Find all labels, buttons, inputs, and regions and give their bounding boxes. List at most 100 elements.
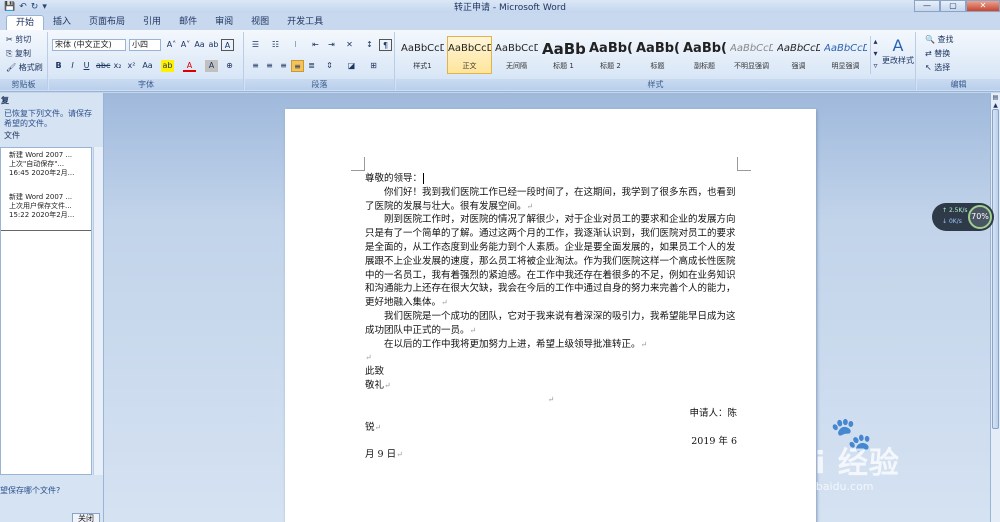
paragraph: 刚到医院工作时，对医院的情况了解很少，对于企业对员工的要求和企业的发展方向只是有… [365, 214, 736, 309]
recovery-title: 复 [1, 96, 9, 105]
minimize-button[interactable]: — [914, 0, 940, 12]
file-time: 16:45 2020年2月... [9, 169, 75, 177]
align-right-icon[interactable]: ≡ [277, 60, 290, 72]
char-shading-icon[interactable]: A [205, 60, 218, 72]
italic-button[interactable]: I [66, 60, 79, 72]
align-left-icon[interactable]: ≡ [249, 60, 262, 72]
redo-icon[interactable]: ↻ [31, 1, 39, 13]
style-name: 标题 [650, 62, 665, 70]
shrink-font-icon[interactable]: A˅ [179, 39, 192, 51]
save-icon[interactable]: 💾 [4, 1, 15, 13]
borders-icon[interactable]: ⊞ [367, 60, 380, 72]
tab-view[interactable]: 视图 [242, 15, 278, 30]
styles-scroll-icon[interactable]: ▴ ▾ ▿ [870, 36, 880, 74]
editing-group: 🔍 查找 ⇄ 替换 ↖ 选择 编辑 [917, 32, 1000, 90]
subscript-button[interactable]: x₂ [111, 60, 124, 72]
char-border-icon[interactable]: A [221, 39, 234, 51]
change-styles-icon: A [892, 36, 904, 55]
style-sample: AaBbCcD [448, 43, 491, 54]
tab-mailings[interactable]: 邮件 [170, 15, 206, 30]
superscript-button[interactable]: x² [125, 60, 138, 72]
customize-qat-icon[interactable]: ▾ [42, 1, 47, 13]
style-name: 明显强调 [831, 62, 860, 70]
line-spacing-icon[interactable]: ⇕ [323, 60, 336, 72]
justify-icon[interactable]: ≡ [291, 60, 304, 72]
multilevel-list-icon[interactable]: ⁝ [289, 39, 302, 51]
shading-icon[interactable]: ◪ [345, 60, 358, 72]
recovery-scrollbar[interactable] [93, 147, 103, 475]
maximize-button[interactable]: ▢ [940, 0, 966, 12]
style-name: 不明显强调 [734, 62, 769, 70]
close-button[interactable]: ✕ [966, 0, 1000, 12]
style-item-normal[interactable]: AaBbCcD 正文 [447, 36, 492, 74]
document-body[interactable]: 尊敬的领导： 你们好！我到我们医院工作已经一段时间了，在这期间，我学到了很多东西… [365, 172, 737, 462]
style-sample: AaBbCcD [401, 43, 444, 54]
ribbon: ✂ 剪切 ⎘ 复制 🖌 格式刷 剪贴板 宋体 (中文正文) 小四 A˄ A˅ A… [0, 30, 1000, 92]
clipboard-label: 剪贴板 [0, 79, 47, 90]
style-sample: AaBb( [589, 41, 632, 56]
enclose-char-icon[interactable]: ⊕ [223, 60, 236, 72]
style-item-subtle-emphasis[interactable]: AaBbCcD 不明显强调 [729, 36, 774, 74]
highlight-icon[interactable]: ab [161, 60, 174, 72]
list-item[interactable]: 新建 Word 2007 ... 上次用户保存文件... 15:22 2020年… [1, 190, 91, 224]
grow-font-icon[interactable]: A˄ [165, 39, 178, 51]
numbering-icon[interactable]: ☷ [269, 39, 282, 51]
style-item-emphasis[interactable]: AaBbCcD 强调 [776, 36, 821, 74]
select-button[interactable]: ↖ 选择 [925, 62, 950, 73]
document-page[interactable]: 尊敬的领导： 你们好！我到我们医院工作已经一段时间了，在这期间，我学到了很多东西… [285, 109, 816, 522]
bullets-icon[interactable]: ☰ [249, 39, 262, 51]
styles-group: AaBbCcD 样式1 AaBbCcD 正文 AaBbCcD 无间隔 AaBb … [396, 32, 916, 90]
distributed-icon[interactable]: ≣ [305, 60, 318, 72]
find-button[interactable]: 🔍 查找 [925, 34, 954, 45]
bold-button[interactable]: B [52, 60, 65, 72]
style-item-title[interactable]: AaBb( 标题 [635, 36, 680, 74]
clear-format-icon[interactable]: Aa [193, 39, 206, 51]
select-icon: ↖ [925, 63, 932, 72]
change-case-button[interactable]: Aa [141, 60, 154, 72]
style-item-heading1[interactable]: AaBb 标题 1 [541, 36, 586, 74]
tab-review[interactable]: 审阅 [206, 15, 242, 30]
style-name: 强调 [791, 62, 806, 70]
scrollbar-thumb[interactable] [992, 109, 999, 429]
scissors-icon: ✂ [6, 35, 13, 44]
copy-button[interactable]: ⎘ 复制 [6, 48, 31, 59]
sort-icon[interactable]: ↕ [363, 39, 376, 51]
watermark-brand: Bai 经验 [770, 446, 900, 481]
style-sample: AaBb( [636, 41, 679, 56]
tab-insert[interactable]: 插入 [44, 15, 80, 30]
chinese-layout-icon[interactable]: ✕ [343, 39, 356, 51]
list-item[interactable]: 新建 Word 2007 ... 上次"自动保存"... 16:45 2020年… [1, 148, 91, 182]
tab-developer[interactable]: 开发工具 [278, 15, 332, 30]
phonetic-guide-icon[interactable]: ab [207, 39, 220, 51]
increase-indent-icon[interactable]: ⇥ [325, 39, 338, 51]
tab-page-layout[interactable]: 页面布局 [80, 15, 134, 30]
undo-icon[interactable]: ↶ [19, 1, 27, 13]
show-marks-icon[interactable]: ¶ [379, 39, 392, 51]
style-sample: AaBbCcD [730, 43, 773, 54]
vertical-scrollbar[interactable]: ▤ ▲ [990, 93, 1000, 522]
style-item-heading2[interactable]: AaBb( 标题 2 [588, 36, 633, 74]
strikethrough-button[interactable]: abc [96, 60, 110, 72]
style-item-intense-emphasis[interactable]: AaBbCcD 明显强调 [823, 36, 868, 74]
style-item-style1[interactable]: AaBbCcD 样式1 [400, 36, 445, 74]
change-styles-button[interactable]: A 更改样式 [882, 36, 914, 66]
ribbon-tabs: 开始 插入 页面布局 引用 邮件 审阅 视图 开发工具 [0, 13, 1000, 30]
tab-references[interactable]: 引用 [134, 15, 170, 30]
align-center-icon[interactable]: ≡ [263, 60, 276, 72]
file-name: 新建 Word 2007 ... [9, 151, 73, 159]
underline-button[interactable]: U [80, 60, 93, 72]
replace-label: 替换 [934, 49, 951, 58]
decrease-indent-icon[interactable]: ⇤ [309, 39, 322, 51]
style-item-no-spacing[interactable]: AaBbCcD 无间隔 [494, 36, 539, 74]
file-status: 上次"自动保存"... [9, 160, 65, 168]
network-speed-widget[interactable]: ↑ 2.5K/s ↓ 0K/s 70% [932, 203, 994, 231]
font-name-select[interactable]: 宋体 (中文正文) [52, 39, 126, 51]
cut-button[interactable]: ✂ 剪切 [6, 34, 31, 45]
replace-button[interactable]: ⇄ 替换 [925, 48, 950, 59]
format-painter-button[interactable]: 🖌 格式刷 [6, 62, 43, 73]
tab-home[interactable]: 开始 [6, 15, 45, 30]
style-item-subtitle[interactable]: AaBb( 副标题 [682, 36, 727, 74]
font-size-select[interactable]: 小四 [129, 39, 161, 51]
recovery-close-button[interactable]: 关闭 [72, 513, 100, 522]
font-color-icon[interactable]: A [183, 60, 196, 72]
